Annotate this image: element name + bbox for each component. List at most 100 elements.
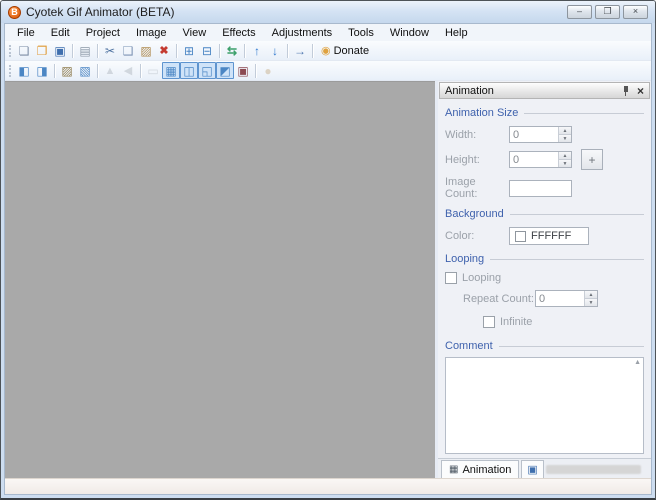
scroll-image-icon[interactable]: ◩ <box>216 62 234 79</box>
fit-window-icon[interactable]: ◱ <box>198 62 216 79</box>
color-label: Color: <box>445 230 509 242</box>
minimize-button[interactable]: – <box>567 5 592 19</box>
toolbar-separator <box>255 64 256 78</box>
toolbar-separator <box>219 44 220 58</box>
delete-icon[interactable]: ✖ <box>155 42 173 59</box>
window-title: Cyotek Gif Animator (BETA) <box>26 5 174 19</box>
repeat-spin-down-icon[interactable]: ▼ <box>585 298 597 306</box>
move-up-icon[interactable]: ↑ <box>248 42 266 59</box>
pin-icon[interactable] <box>622 86 630 96</box>
toolbar-grip[interactable] <box>9 65 11 77</box>
play-back-icon[interactable]: ◀ <box>119 62 137 79</box>
image-count-label: Image Count: <box>445 176 509 200</box>
move-down-icon[interactable]: ↓ <box>266 42 284 59</box>
toolbar-separator <box>312 44 313 58</box>
menu-item-edit[interactable]: Edit <box>43 26 78 40</box>
workspace-canvas <box>5 81 435 478</box>
status-bar <box>5 478 651 494</box>
height-spin-down-icon[interactable]: ▼ <box>559 159 571 167</box>
next-image-icon[interactable]: ◨ <box>33 62 51 79</box>
image-frame-icon[interactable]: ◫ <box>180 62 198 79</box>
toolbar-separator <box>244 44 245 58</box>
image-count-field[interactable] <box>509 180 572 197</box>
background-color-picker[interactable]: FFFFFF <box>509 227 589 245</box>
height-input[interactable] <box>510 152 558 167</box>
background-header: Background <box>445 208 644 220</box>
panel-tab-strip: ▦ Animation ▣ <box>438 458 651 478</box>
infinite-checkbox-label: Infinite <box>500 316 532 328</box>
height-spin-up-icon[interactable]: ▲ <box>559 152 571 159</box>
previous-image-icon[interactable]: ◧ <box>15 62 33 79</box>
width-spin-up-icon[interactable]: ▲ <box>559 127 571 134</box>
animation-size-header: Animation Size <box>445 107 644 119</box>
infinite-checkbox[interactable] <box>483 316 495 328</box>
actual-size-icon[interactable]: ▭ <box>144 62 162 79</box>
tab-animation[interactable]: ▦ Animation <box>441 460 519 478</box>
menu-item-tools[interactable]: Tools <box>340 26 382 40</box>
repeat-spin-up-icon[interactable]: ▲ <box>585 291 597 298</box>
panel-header[interactable]: Animation × <box>439 82 650 99</box>
copy-image-icon[interactable]: ▧ <box>76 62 94 79</box>
menu-item-view[interactable]: View <box>175 26 215 40</box>
print-icon[interactable]: ▤ <box>76 42 94 59</box>
close-button[interactable]: × <box>623 5 648 19</box>
insert-image-icon[interactable]: ⊟ <box>198 42 216 59</box>
blurred-watermark <box>546 465 641 474</box>
animation-panel: Animation × Animation Size Width: ▲ <box>435 81 651 478</box>
new-document-icon[interactable]: ❏ <box>15 42 33 59</box>
play-forward-icon[interactable]: ▲ <box>101 62 119 79</box>
save-icon[interactable]: ▣ <box>51 42 69 59</box>
app-window: B Cyotek Gif Animator (BETA) – ❐ × File … <box>0 0 656 500</box>
copy-icon[interactable]: ❑ <box>119 42 137 59</box>
animation-tab-label: Animation <box>462 464 511 476</box>
looping-checkbox[interactable] <box>445 272 457 284</box>
menu-item-project[interactable]: Project <box>78 26 128 40</box>
export-icon[interactable]: → <box>291 42 309 59</box>
menu-item-help[interactable]: Help <box>437 26 476 40</box>
toolbar-separator <box>176 44 177 58</box>
menu-item-file[interactable]: File <box>9 26 43 40</box>
menu-item-window[interactable]: Window <box>382 26 437 40</box>
width-spin-down-icon[interactable]: ▼ <box>559 134 571 142</box>
looping-checkbox-label: Looping <box>462 272 501 284</box>
app-icon: B <box>8 6 21 19</box>
main-toolbar: ❏ ❐ ▣ ▤ ✂ ❑ ▨ ✖ ⊞ ⊟ ⇆ ↑ ↓ → ◉ Donate <box>5 41 651 61</box>
menu-item-image[interactable]: Image <box>128 26 175 40</box>
resize-anchor-button[interactable]: + <box>581 149 603 170</box>
toolbar-separator <box>287 44 288 58</box>
toolbar-separator <box>54 64 55 78</box>
repeat-count-input[interactable] <box>536 291 584 306</box>
menu-item-effects[interactable]: Effects <box>214 26 263 40</box>
toolbar-separator <box>97 44 98 58</box>
donate-icon: ◉ <box>321 44 331 57</box>
color-swatch <box>515 231 526 242</box>
client-area: File Edit Project Image View Effects Adj… <box>4 23 652 495</box>
panel-close-icon[interactable]: × <box>637 86 644 96</box>
annotate-icon[interactable]: ▣ <box>234 62 252 79</box>
tab-secondary[interactable]: ▣ <box>521 460 543 478</box>
comment-textarea[interactable] <box>445 357 644 454</box>
height-stepper: ▲ ▼ <box>509 151 572 168</box>
toolbar-grip[interactable] <box>9 45 11 57</box>
toolbar-separator <box>140 64 141 78</box>
paste-image-icon[interactable]: ▨ <box>58 62 76 79</box>
replace-image-icon[interactable]: ⇆ <box>223 42 241 59</box>
donate-button[interactable]: ◉ Donate <box>316 44 374 57</box>
comment-scroll-up-icon[interactable]: ▲ <box>634 359 641 366</box>
height-label: Height: <box>445 154 509 166</box>
comment-header: Comment <box>445 340 644 352</box>
paste-icon[interactable]: ▨ <box>137 42 155 59</box>
settings-icon[interactable]: ● <box>259 62 277 79</box>
width-input[interactable] <box>510 127 558 142</box>
repeat-count-stepper: ▲ ▼ <box>535 290 598 307</box>
width-stepper: ▲ ▼ <box>509 126 572 143</box>
animation-tab-icon: ▦ <box>449 464 458 475</box>
cut-icon[interactable]: ✂ <box>101 42 119 59</box>
maximize-button[interactable]: ❐ <box>595 5 620 19</box>
repeat-count-label: Repeat Count: <box>463 293 535 305</box>
title-bar[interactable]: B Cyotek Gif Animator (BETA) – ❐ × <box>1 1 655 23</box>
add-image-icon[interactable]: ⊞ <box>180 42 198 59</box>
transparency-grid-icon[interactable]: ▦ <box>162 62 180 79</box>
menu-item-adjustments[interactable]: Adjustments <box>264 26 341 40</box>
open-folder-icon[interactable]: ❐ <box>33 42 51 59</box>
